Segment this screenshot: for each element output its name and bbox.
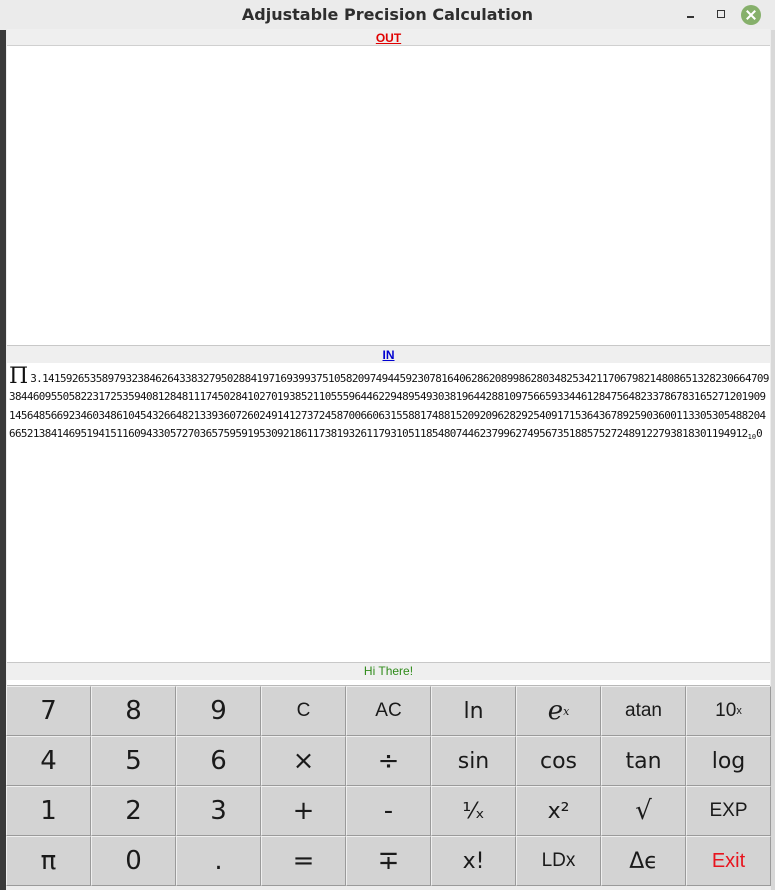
key-label: 9 (210, 696, 227, 726)
key-label: sin (457, 748, 490, 774)
key-cos-button[interactable]: cos (516, 736, 601, 786)
key-all-clear-button[interactable]: AC (346, 686, 431, 736)
out-label-text: OUT (375, 31, 402, 45)
key-minus-button[interactable]: - (346, 786, 431, 836)
key-decimal-button[interactable]: . (176, 836, 261, 886)
key-label: × (292, 746, 315, 776)
key-label: 1 (40, 796, 57, 826)
window-title: Adjustable Precision Calculation (241, 5, 534, 24)
key-label: 6 (210, 746, 227, 776)
key-reciprocal-button[interactable]: ¹⁄ₓ (431, 786, 516, 836)
maximize-icon[interactable] (712, 5, 732, 25)
key-5-button[interactable]: 5 (91, 736, 176, 786)
key-label: 4 (40, 746, 57, 776)
key-label: 0 (125, 846, 142, 876)
key-plus-button[interactable]: + (261, 786, 346, 836)
key-label: - (383, 796, 394, 826)
key-label: ln (463, 698, 484, 724)
key-label: C (296, 700, 311, 721)
key-7-button[interactable]: 7 (6, 686, 91, 736)
key-ldx-button[interactable]: LDx (516, 836, 601, 886)
key-label: 2 (125, 796, 142, 826)
key-9-button[interactable]: 9 (176, 686, 261, 736)
key-0-button[interactable]: 0 (91, 836, 176, 886)
key-superscript: x (736, 705, 742, 717)
key-4-button[interactable]: 4 (6, 736, 91, 786)
key-label: ÷ (377, 746, 400, 776)
in-label-text: IN (382, 348, 395, 362)
key-8-button[interactable]: 8 (91, 686, 176, 736)
input-value: Π 3.1415926535897932384626433832795028841… (9, 364, 770, 446)
key-pi-button[interactable]: π (6, 836, 91, 886)
keypad: 7 8 9 C AC ln e x atan 10 x 4 5 6 × ÷ sin cos tan log 1 2 3 + - ¹… (6, 686, 771, 886)
pi-symbol: Π (9, 364, 29, 389)
in-label: IN (7, 345, 770, 364)
key-label: 5 (125, 746, 142, 776)
title-bar: Adjustable Precision Calculation (0, 0, 775, 30)
key-delta-epsilon-button[interactable]: Δϵ (601, 836, 686, 886)
key-clear-button[interactable]: C (261, 686, 346, 736)
key-label: LDx (541, 850, 576, 871)
key-label: Δϵ (629, 848, 658, 874)
key-log-button[interactable]: log (686, 736, 771, 786)
key-plus-minus-button[interactable]: ∓ (346, 836, 431, 886)
key-label: e (547, 696, 564, 726)
key-ln-button[interactable]: ln (431, 686, 516, 736)
key-exp-button[interactable]: EXP (686, 786, 771, 836)
key-sin-button[interactable]: sin (431, 736, 516, 786)
key-label: √ (635, 796, 652, 826)
exponent-value: 0 (756, 426, 763, 440)
key-label: 8 (125, 696, 142, 726)
key-3-button[interactable]: 3 (176, 786, 261, 836)
key-square-button[interactable]: x² (516, 786, 601, 836)
key-ten-power-button[interactable]: 10 x (686, 686, 771, 736)
key-label: ¹⁄ₓ (462, 798, 485, 824)
key-label: x! (462, 848, 485, 874)
key-label: x² (547, 798, 570, 824)
out-label: OUT (7, 29, 770, 46)
status-text: Hi There! (363, 664, 414, 678)
key-label: . (214, 846, 223, 876)
key-superscript: x (563, 704, 570, 718)
key-label: = (292, 846, 315, 876)
key-label: atan (625, 700, 662, 721)
key-factorial-button[interactable]: x! (431, 836, 516, 886)
minimize-icon[interactable] (681, 5, 701, 25)
close-icon[interactable] (741, 5, 761, 25)
status-bar: Hi There! (7, 662, 770, 680)
key-label: EXP (709, 800, 748, 821)
key-exp-e-button[interactable]: ex (516, 686, 601, 736)
key-label: + (292, 796, 315, 826)
key-label: π (40, 846, 57, 876)
key-equals-button[interactable]: = (261, 836, 346, 886)
input-display[interactable]: Π 3.1415926535897932384626433832795028841… (7, 363, 770, 662)
key-label: log (711, 748, 746, 774)
exponent-base: 10 (747, 432, 757, 441)
key-exit-button[interactable]: Exit (686, 836, 771, 886)
key-label: cos (539, 748, 578, 774)
key-sqrt-button[interactable]: √ (601, 786, 686, 836)
key-label: 10 (715, 700, 737, 721)
pi-digits: 3.14159265358979323846264338327950288419… (9, 372, 769, 440)
key-label: Exit (711, 849, 746, 872)
key-label: 3 (210, 796, 227, 826)
key-6-button[interactable]: 6 (176, 736, 261, 786)
key-multiply-button[interactable]: × (261, 736, 346, 786)
key-divide-button[interactable]: ÷ (346, 736, 431, 786)
key-label: AC (375, 700, 402, 721)
key-1-button[interactable]: 1 (6, 786, 91, 836)
output-display (7, 46, 770, 345)
key-atan-button[interactable]: atan (601, 686, 686, 736)
key-label: ∓ (377, 846, 400, 876)
right-window-edge (771, 30, 775, 890)
key-label: tan (625, 748, 662, 774)
key-2-button[interactable]: 2 (91, 786, 176, 836)
key-tan-button[interactable]: tan (601, 736, 686, 786)
key-label: 7 (40, 696, 57, 726)
